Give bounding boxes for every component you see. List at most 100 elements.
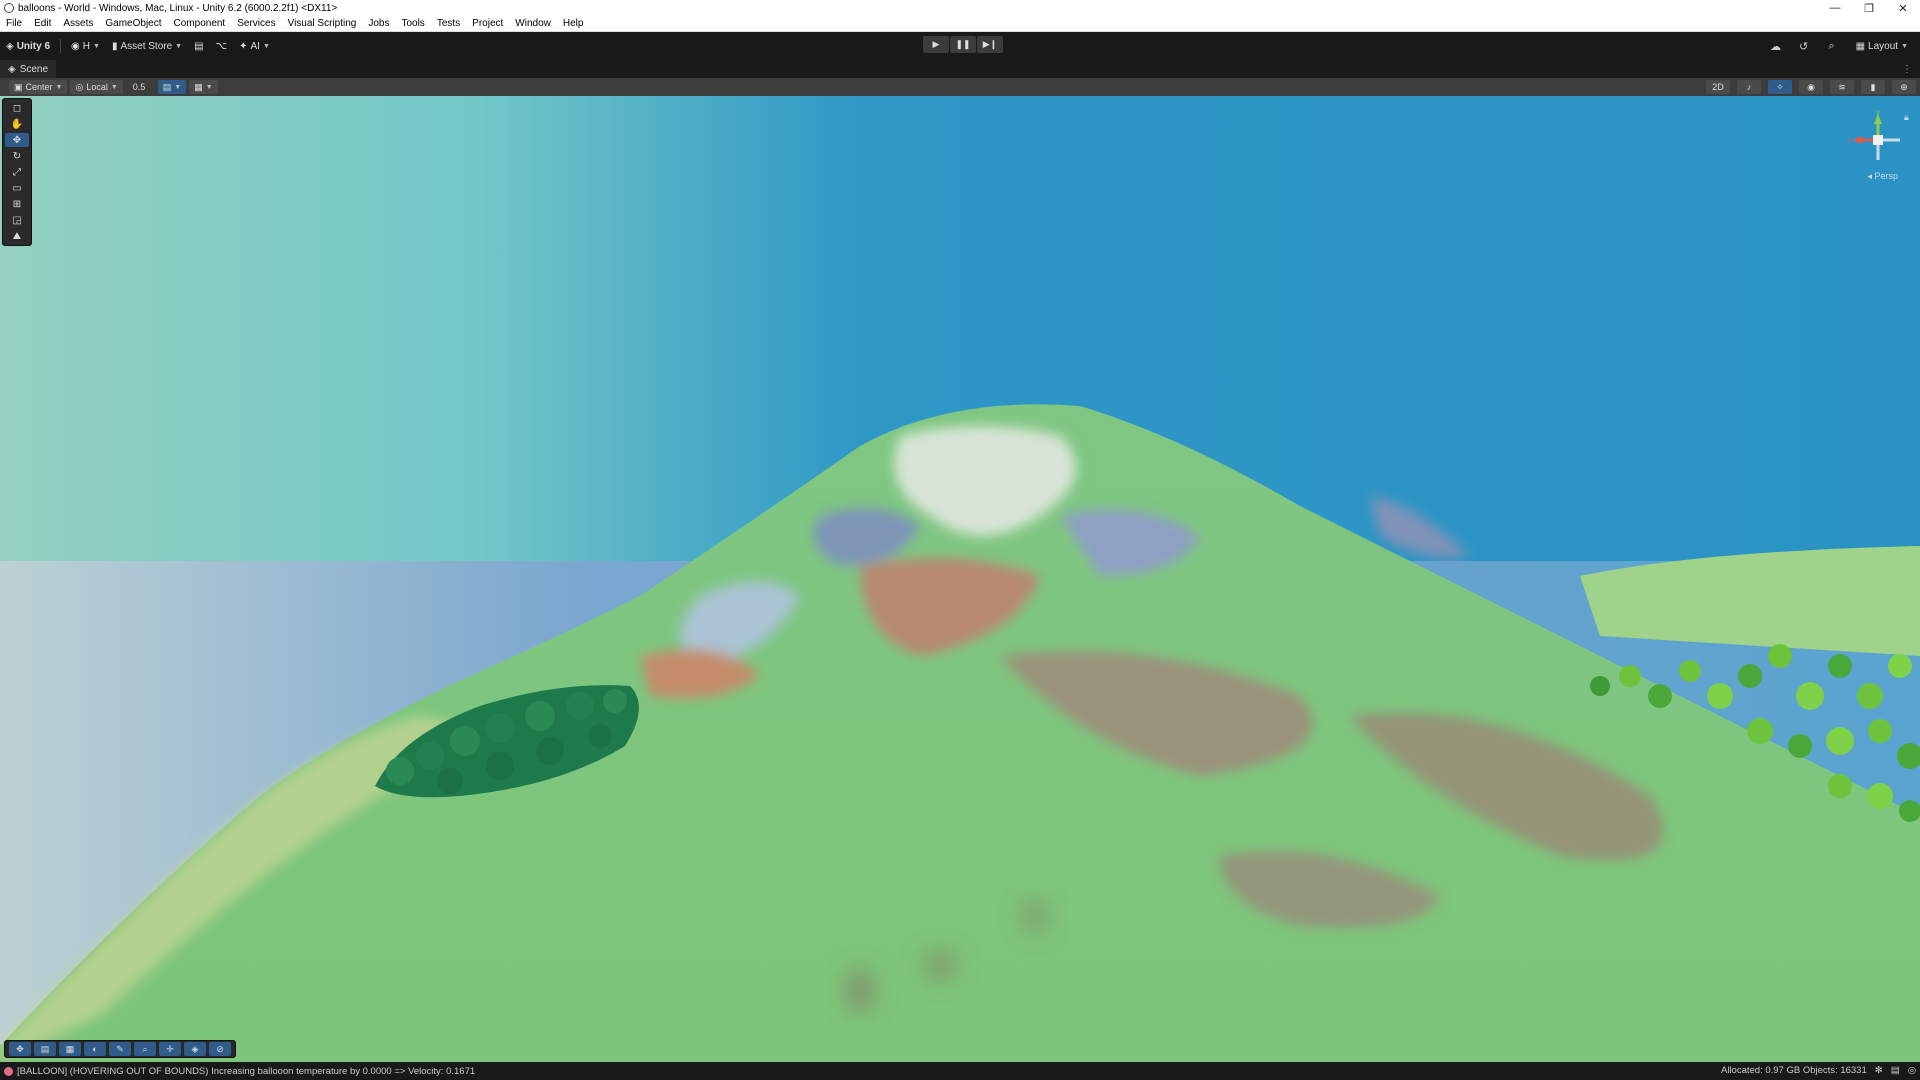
play-icon: ▶: [932, 39, 940, 49]
projection-label[interactable]: ◂ Persp: [1867, 171, 1898, 182]
overlay-snap-button[interactable]: ✛: [159, 1042, 181, 1056]
overlay-move-button[interactable]: ✥: [9, 1042, 31, 1056]
grid-visibility-button[interactable]: ▦ ▼: [189, 80, 218, 94]
rotate-tool[interactable]: ↻: [5, 149, 29, 163]
overlay-compass-button[interactable]: ⊘: [209, 1042, 231, 1056]
pause-button[interactable]: ❚❚: [950, 36, 976, 53]
menu-assets[interactable]: Assets: [57, 18, 99, 29]
overlay-layers-button[interactable]: ▦: [59, 1042, 81, 1056]
tab-scene[interactable]: ◈ Scene: [0, 60, 57, 78]
close-button[interactable]: ✕: [1886, 0, 1920, 16]
pivot-icon: ▣: [14, 81, 23, 92]
view-tool[interactable]: ◻: [5, 101, 29, 115]
space-dropdown[interactable]: ◎ Local ▼: [70, 80, 123, 94]
chevron-down-icon: ▼: [262, 42, 270, 50]
overlay-search-button[interactable]: ⌕: [134, 1042, 156, 1056]
speaker-icon: ♪: [1746, 82, 1752, 92]
globe-icon: ◎: [75, 81, 84, 92]
move-tool[interactable]: ✥: [5, 133, 29, 147]
console-message[interactable]: [BALLOON] (HOVERING OUT OF BOUNDS) Incre…: [17, 1066, 475, 1077]
layout-icon: ▦: [1855, 40, 1866, 52]
search-icon: ⌕: [1828, 39, 1835, 52]
asset-store-button[interactable]: ▮ Asset Store ▼: [106, 36, 188, 56]
grid-icon: ▦: [194, 81, 203, 92]
transform-icon: ⊞: [12, 198, 22, 210]
visibility-button[interactable]: ◉: [1799, 80, 1823, 94]
ai-button[interactable]: ✦ AI ▼: [233, 36, 276, 56]
cloud-button[interactable]: ☁: [1766, 37, 1786, 55]
custom-tool-icon: ◲: [12, 214, 22, 226]
menu-visual-scripting[interactable]: Visual Scripting: [282, 18, 363, 29]
gizmos-button[interactable]: ⊕: [1892, 80, 1916, 94]
history-icon: ↺: [1798, 40, 1809, 53]
menu-edit[interactable]: Edit: [28, 18, 57, 29]
menu-jobs[interactable]: Jobs: [362, 18, 395, 29]
version-control-button[interactable]: ⌥: [210, 36, 234, 56]
account-label: H: [82, 40, 91, 52]
shopping-bag-icon: ▮: [111, 40, 118, 52]
draw-mode-button[interactable]: ≋: [1830, 80, 1854, 94]
layers-icon: ▦: [65, 1043, 75, 1054]
rect-tool[interactable]: ▭: [5, 181, 29, 195]
probe-icon: ◈: [191, 1043, 199, 1054]
camera-icon: ▮: [1870, 81, 1876, 92]
transform-tool[interactable]: ⊞: [5, 197, 29, 211]
scene-render: [0, 96, 1920, 1062]
scale-tool[interactable]: ⤢: [5, 165, 29, 179]
play-button[interactable]: ▶: [923, 36, 949, 53]
menu-tools[interactable]: Tools: [395, 18, 430, 29]
camera-settings-button[interactable]: ▮: [1861, 80, 1885, 94]
restore-button[interactable]: ❐: [1852, 0, 1886, 16]
unity-menu-button[interactable]: ◈ Unity 6: [0, 36, 56, 56]
audio-toggle-button[interactable]: ♪: [1737, 80, 1761, 94]
scene-viewport[interactable]: [0, 96, 1920, 1062]
terrain-tool[interactable]: ⛰: [5, 229, 29, 243]
balloon-log-icon: [4, 1066, 13, 1076]
overlay-light-button[interactable]: ◐: [84, 1042, 106, 1056]
settings-icon[interactable]: ◎: [1908, 1065, 1916, 1076]
pivot-dropdown[interactable]: ▣ Center ▼: [9, 80, 68, 94]
more-options-icon[interactable]: ⋮: [1902, 64, 1912, 75]
overlay-grid-button[interactable]: ▤: [34, 1042, 56, 1056]
window-title: balloons - World - Windows, Mac, Linux -…: [18, 2, 338, 14]
2d-toggle-button[interactable]: 2D: [1706, 80, 1730, 94]
search-button[interactable]: ⌕: [1822, 37, 1842, 55]
cloud-icon: ☁: [1770, 40, 1782, 53]
menu-tests[interactable]: Tests: [431, 18, 466, 29]
progress-icon[interactable]: ▤: [1891, 1065, 1900, 1076]
snap-increment-field[interactable]: 0.5: [129, 80, 155, 94]
grid-snap-button[interactable]: ▤ ▼: [157, 80, 187, 94]
history-button[interactable]: ↺: [1794, 37, 1814, 55]
scene-icon: ◈: [8, 63, 16, 75]
branch-icon: ⌥: [215, 40, 228, 52]
overlay-brush-button[interactable]: ✎: [109, 1042, 131, 1056]
asset-store-label: Asset Store: [120, 40, 173, 52]
account-button[interactable]: ◉ H ▼: [65, 36, 106, 56]
unity-logo-icon: [4, 3, 14, 13]
custom-tool[interactable]: ◲: [5, 213, 29, 227]
x-axis-cone[interactable]: [1852, 136, 1862, 144]
overlay-probe-button[interactable]: ◈: [184, 1042, 206, 1056]
hand-tool[interactable]: ✋: [5, 117, 29, 131]
menu-help[interactable]: Help: [557, 18, 590, 29]
menu-window[interactable]: Window: [509, 18, 557, 29]
menu-gameobject[interactable]: GameObject: [99, 18, 167, 29]
step-button[interactable]: ▶❙: [977, 36, 1003, 53]
lock-icon[interactable]: 🔒︎: [1904, 112, 1909, 122]
effects-button[interactable]: ✧: [1768, 80, 1792, 94]
terrain-icon: ⛰: [12, 230, 22, 242]
menu-services[interactable]: Services: [231, 18, 281, 29]
menu-component[interactable]: Component: [168, 18, 232, 29]
bug-icon[interactable]: ✻: [1875, 1065, 1883, 1076]
menu-file[interactable]: File: [0, 18, 28, 29]
menu-bar: File Edit Assets GameObject Component Se…: [0, 16, 1920, 32]
status-bar: [BALLOON] (HOVERING OUT OF BOUNDS) Incre…: [0, 1062, 1920, 1080]
scene-tab-bar: ◈ Scene ⋮: [0, 60, 1920, 78]
package-button[interactable]: ▤: [188, 36, 209, 56]
menu-project[interactable]: Project: [466, 18, 509, 29]
rotate-icon: ↻: [12, 150, 22, 162]
chevron-down-icon: ▼: [1901, 42, 1908, 50]
layout-dropdown[interactable]: ▦ Layout ▼: [1850, 36, 1914, 56]
minimize-button[interactable]: —: [1818, 0, 1852, 16]
gizmo-center-cube[interactable]: [1873, 135, 1883, 145]
